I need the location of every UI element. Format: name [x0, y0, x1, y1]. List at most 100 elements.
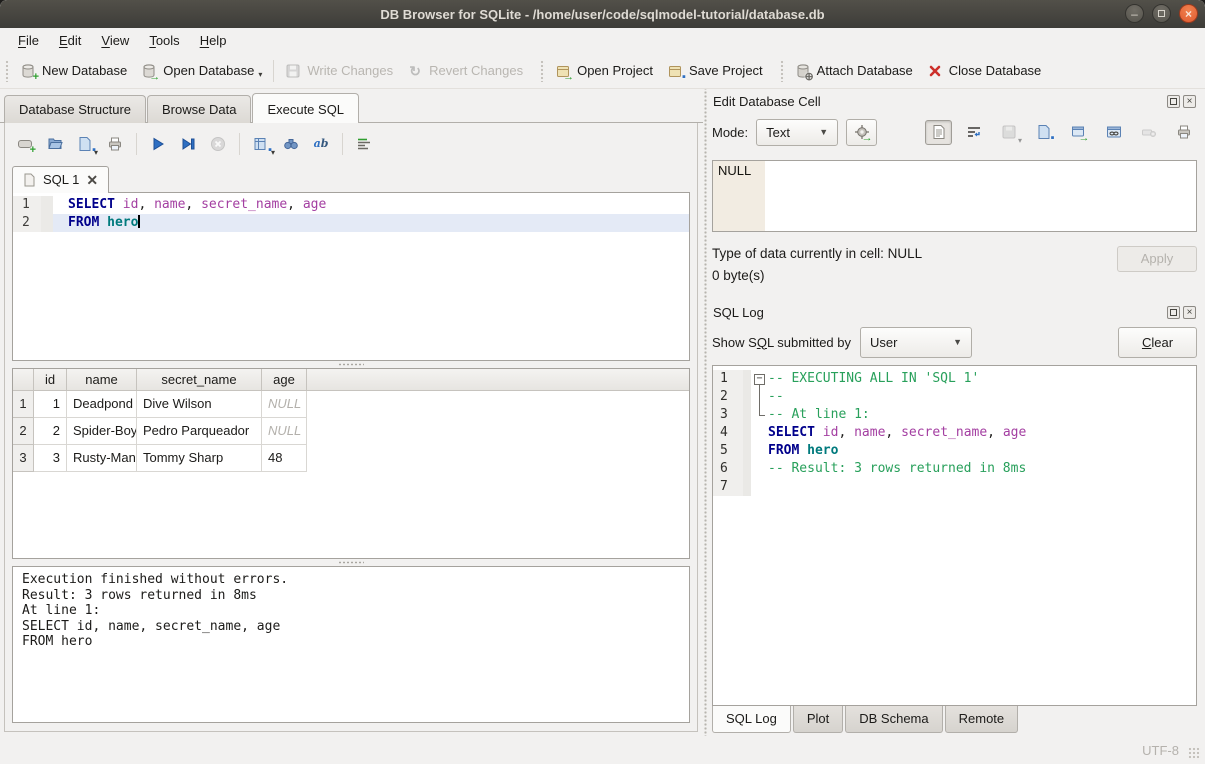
execute-sql-pane: + ▪ ▾: [4, 123, 698, 732]
close-database-button[interactable]: Close Database: [920, 59, 1049, 83]
link-icon: [1106, 124, 1122, 140]
column-header-secret_name[interactable]: secret_name: [137, 369, 262, 391]
edit-cell-dock-title: Edit Database Cell: [713, 94, 821, 109]
column-header-name[interactable]: name: [67, 369, 137, 391]
toolbar-handle[interactable]: [540, 60, 545, 82]
float-dock-icon[interactable]: [1167, 306, 1180, 319]
menu-edit[interactable]: Edit: [49, 30, 91, 51]
new-database-button[interactable]: + New Database: [13, 59, 134, 83]
auto-switch-mode-button[interactable]: →: [846, 119, 877, 146]
text-mode-button[interactable]: [925, 120, 952, 145]
close-button[interactable]: ×: [1179, 4, 1198, 23]
menu-help[interactable]: Help: [190, 30, 237, 51]
cell-value-editor[interactable]: NULL: [712, 160, 1197, 232]
minimize-button[interactable]: –: [1125, 4, 1144, 23]
tab-execute-sql[interactable]: Execute SQL: [252, 93, 359, 123]
bottom-tab-remote[interactable]: Remote: [945, 706, 1019, 733]
open-database-dropdown-icon[interactable]: ▾: [258, 70, 262, 79]
save-project-button[interactable]: ▪ Save Project: [660, 59, 770, 83]
set-null-button[interactable]: [1135, 120, 1162, 145]
table-cell[interactable]: Tommy Sharp: [137, 445, 262, 472]
word-wrap-button[interactable]: [960, 120, 987, 145]
log-margin: [743, 388, 751, 406]
title-bar[interactable]: DB Browser for SQLite - /home/user/code/…: [0, 0, 1205, 28]
toolbar-handle[interactable]: [5, 60, 10, 82]
text-cursor: [138, 215, 140, 228]
table-cell[interactable]: Pedro Parqueador: [137, 418, 262, 445]
table-cell[interactable]: 1: [34, 391, 67, 418]
row-header[interactable]: 2: [13, 418, 34, 445]
export-results-button[interactable]: ▪ ▾: [248, 131, 274, 157]
table-cell[interactable]: Spider-Boy: [67, 418, 137, 445]
table-cell[interactable]: NULL: [262, 391, 307, 418]
results-table[interactable]: idnamesecret_nameage11DeadpondDive Wilso…: [12, 368, 690, 559]
results-message-splitter[interactable]: [12, 559, 690, 566]
format-sql-button[interactable]: [351, 131, 377, 157]
write-changes-button[interactable]: Write Changes: [278, 59, 400, 83]
bottom-tab-plot[interactable]: Plot: [793, 706, 843, 733]
export-dropdown-icon[interactable]: ▾: [271, 148, 275, 157]
row-header[interactable]: 1: [13, 391, 34, 418]
revert-changes-button[interactable]: ↻ Revert Changes: [400, 59, 530, 83]
tab-database-structure[interactable]: Database Structure: [4, 95, 146, 123]
stop-execution-button[interactable]: [205, 131, 231, 157]
open-sql-file-button[interactable]: [42, 131, 68, 157]
editor-code[interactable]: SELECT id, name, secret_name, age: [53, 196, 689, 214]
replace-button[interactable]: ab: [308, 131, 334, 157]
table-cell[interactable]: 3: [34, 445, 67, 472]
table-cell[interactable]: NULL: [262, 418, 307, 445]
cell-info-row: Type of data currently in cell: NULL 0 b…: [712, 243, 1197, 287]
execute-current-line-button[interactable]: [175, 131, 201, 157]
new-sql-tab-button[interactable]: +: [12, 131, 38, 157]
table-cell[interactable]: 48: [262, 445, 307, 472]
attach-database-button[interactable]: ⊕ Attach Database: [788, 59, 920, 83]
sql-tab[interactable]: SQL 1 ✕: [12, 166, 109, 193]
open-project-button[interactable]: → Open Project: [548, 59, 660, 83]
fold-marker-icon[interactable]: [751, 370, 768, 388]
table-cell[interactable]: Rusty-Man: [67, 445, 137, 472]
column-header-age[interactable]: age: [262, 369, 307, 391]
print-sql-button[interactable]: [102, 131, 128, 157]
clear-log-button[interactable]: Clear: [1118, 327, 1197, 358]
apply-button[interactable]: Apply: [1117, 246, 1197, 272]
encoding-indicator[interactable]: UTF-8: [1142, 743, 1179, 758]
editor-line[interactable]: 2FROM hero: [13, 214, 689, 232]
bottom-tab-sql-log[interactable]: SQL Log: [712, 706, 791, 733]
find-button[interactable]: [278, 131, 304, 157]
toolbar-handle[interactable]: [780, 60, 785, 82]
menu-file[interactable]: File: [8, 30, 49, 51]
print-cell-button[interactable]: [1170, 120, 1197, 145]
table-cell[interactable]: 2: [34, 418, 67, 445]
execution-message[interactable]: Execution finished without errors. Resul…: [12, 566, 690, 723]
close-tab-icon[interactable]: ✕: [86, 173, 98, 187]
close-dock-icon[interactable]: ×: [1183, 95, 1196, 108]
close-dock-icon[interactable]: ×: [1183, 306, 1196, 319]
editor-line[interactable]: 1SELECT id, name, secret_name, age: [13, 196, 689, 214]
tab-browse-data[interactable]: Browse Data: [147, 95, 251, 123]
editor-code[interactable]: FROM hero: [53, 214, 689, 232]
import-cell-button[interactable]: ▾: [995, 120, 1022, 145]
maximize-button[interactable]: [1152, 4, 1171, 23]
float-dock-icon[interactable]: [1167, 95, 1180, 108]
mode-select[interactable]: Text ▼: [756, 119, 838, 146]
open-in-external-button[interactable]: →: [1065, 120, 1092, 145]
bottom-tab-db-schema[interactable]: DB Schema: [845, 706, 942, 733]
table-cell[interactable]: Deadpond: [67, 391, 137, 418]
column-header-id[interactable]: id: [34, 369, 67, 391]
menu-tools[interactable]: Tools: [139, 30, 189, 51]
sql-editor[interactable]: 1SELECT id, name, secret_name, age2FROM …: [12, 193, 690, 361]
table-row: 22Spider-BoyPedro ParqueadorNULL: [13, 418, 689, 445]
open-database-button[interactable]: → Open Database ▾: [134, 59, 269, 83]
save-sql-file-button[interactable]: ▪ ▾: [72, 131, 98, 157]
row-header[interactable]: 3: [13, 445, 34, 472]
sql-log-view[interactable]: 1-- EXECUTING ALL IN 'SQL 1'2--3-- At li…: [712, 365, 1197, 706]
menu-view[interactable]: View: [91, 30, 139, 51]
table-cell[interactable]: Dive Wilson: [137, 391, 262, 418]
submitted-by-select[interactable]: User ▼: [860, 327, 972, 358]
execute-all-button[interactable]: [145, 131, 171, 157]
editor-results-splitter[interactable]: [12, 361, 690, 368]
copy-link-button[interactable]: [1100, 120, 1127, 145]
export-cell-button[interactable]: ▪: [1030, 120, 1057, 145]
resize-grip[interactable]: [1188, 747, 1201, 760]
save-dropdown-icon[interactable]: ▾: [94, 148, 98, 157]
